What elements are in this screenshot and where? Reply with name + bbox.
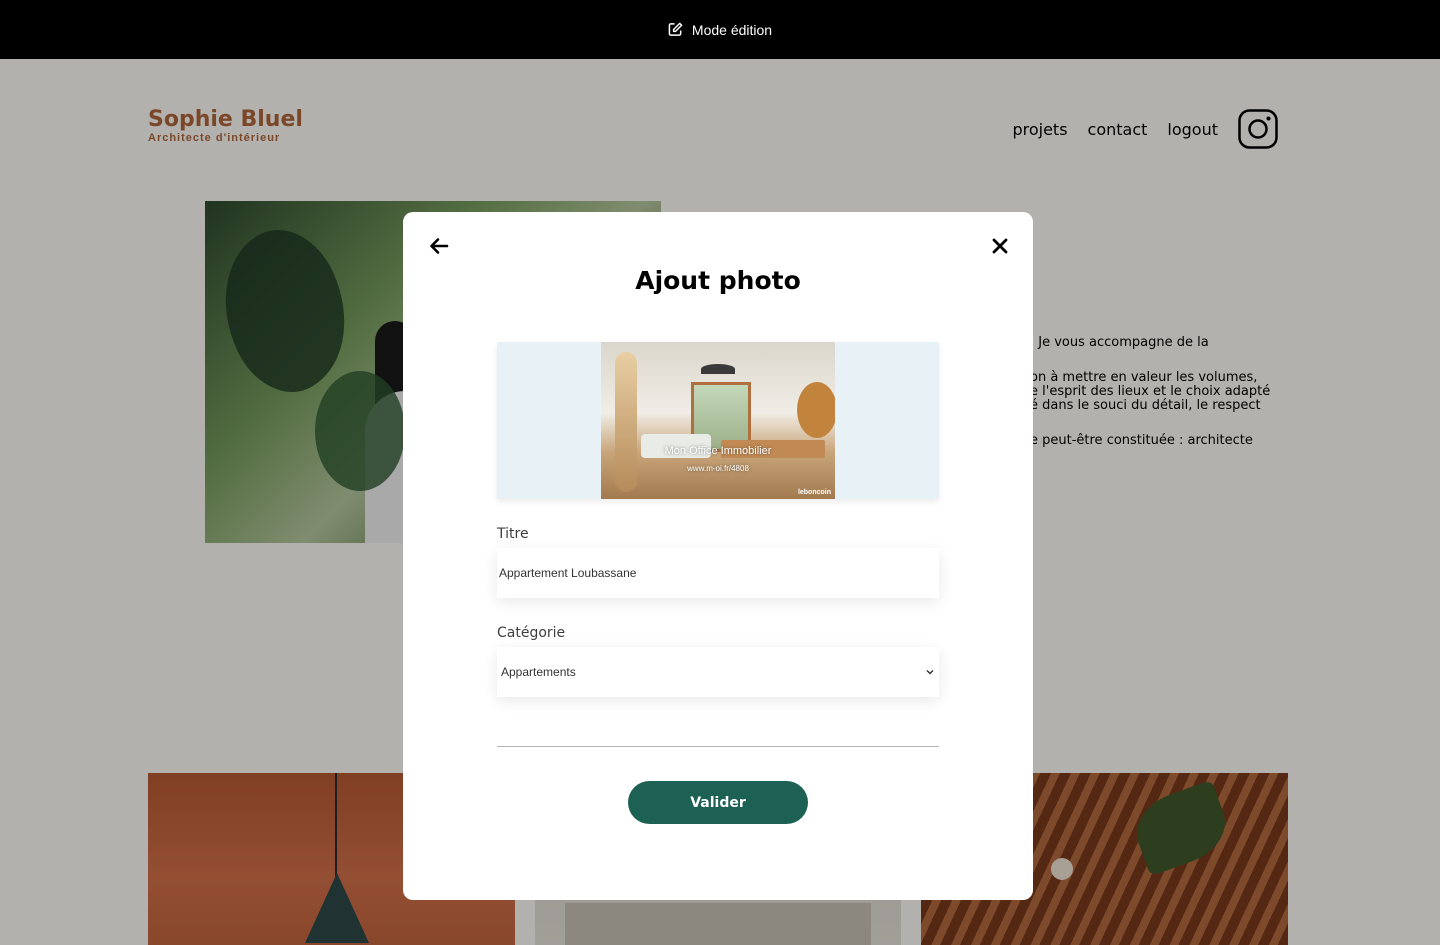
photo-preview: Mon Office Immobilier www.m-oi.fr/4808 l…: [601, 342, 835, 499]
preview-caption-url: www.m-oi.fr/4808: [687, 464, 749, 473]
arrow-left-icon[interactable]: [428, 235, 450, 257]
close-icon[interactable]: [989, 235, 1011, 257]
category-label: Catégorie: [497, 625, 566, 641]
photo-upload-zone[interactable]: Mon Office Immobilier www.m-oi.fr/4808 l…: [497, 342, 939, 499]
add-photo-modal: Ajout photo Mon Office Immobilier www.m-…: [403, 212, 1033, 900]
edit-icon: [668, 22, 683, 36]
edit-mode-bar: Mode édition: [0, 0, 1440, 59]
title-label: Titre: [497, 526, 529, 542]
form-divider: [497, 746, 939, 747]
category-select[interactable]: Appartements: [497, 647, 939, 697]
title-input[interactable]: [497, 548, 939, 598]
validate-button[interactable]: Valider: [628, 781, 808, 824]
modal-title: Ajout photo: [635, 266, 801, 295]
edit-mode-label: Mode édition: [691, 21, 773, 38]
chevron-down-icon: [926, 669, 934, 675]
preview-caption: Mon Office Immobilier: [664, 445, 772, 457]
category-selected-value: Appartements: [501, 665, 576, 679]
preview-brand: leboncoin: [797, 489, 831, 496]
